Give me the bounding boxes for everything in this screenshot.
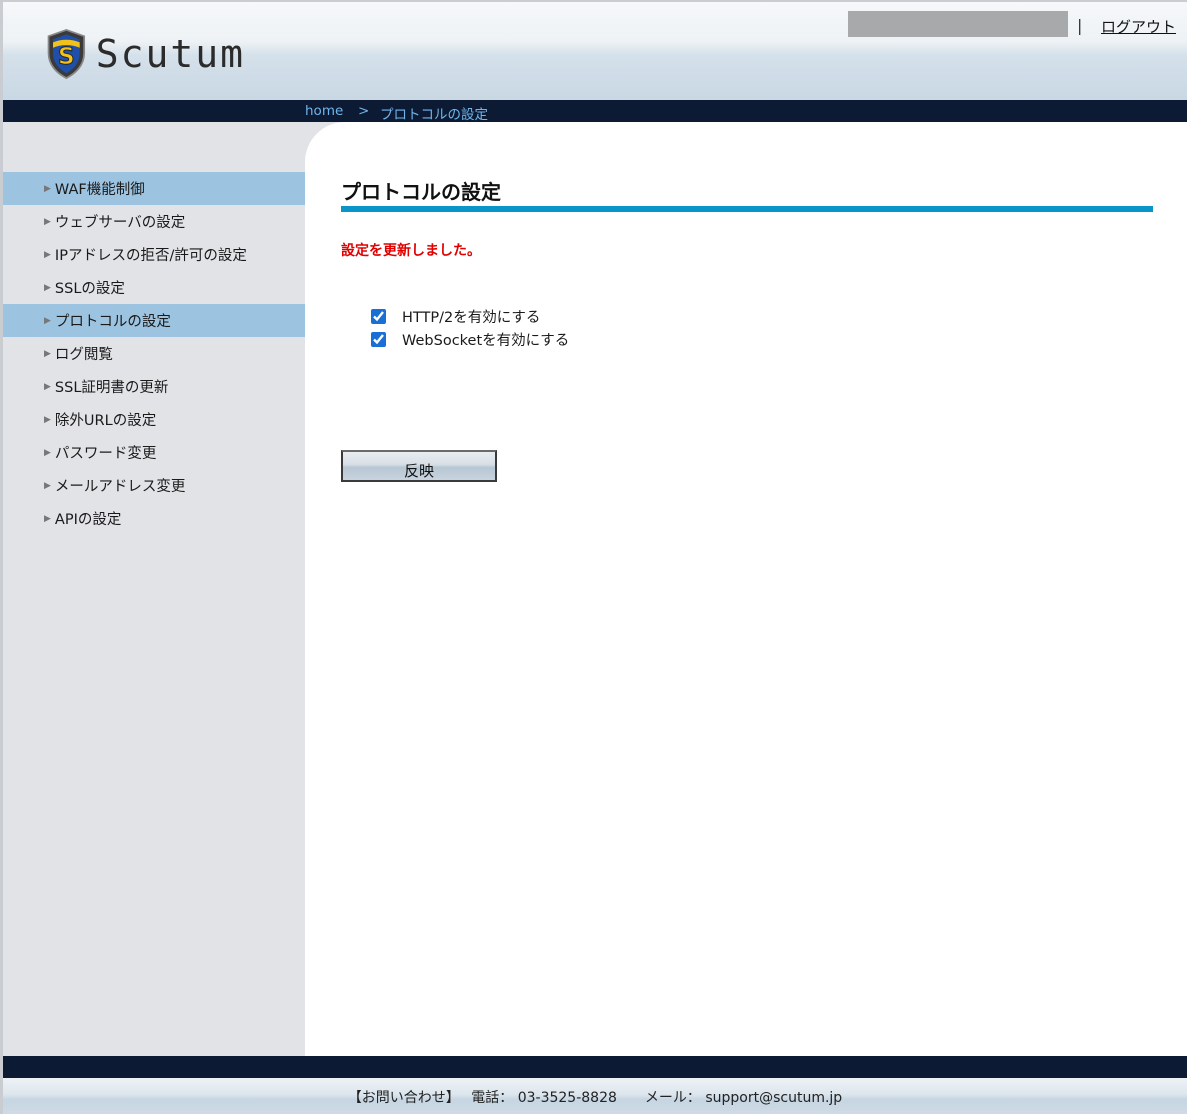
shield-icon: S (47, 29, 86, 80)
sidebar-item[interactable]: ▶ ログ閲覧 (3, 337, 305, 370)
triangle-right-icon: ▶ (44, 315, 51, 326)
sidebar-item-label: WAF機能制御 (54, 182, 145, 198)
sidebar-item-label: SSL証明書の更新 (54, 380, 169, 396)
triangle-right-icon: ▶ (44, 381, 51, 392)
sidebar-item-label: ログ閲覧 (54, 347, 113, 363)
title-rule (341, 206, 1153, 212)
logout-link[interactable]: ログアウト (1101, 16, 1176, 37)
status-message: 設定を更新しました。 (341, 243, 481, 259)
sidebar-item[interactable]: ▶ IPアドレスの拒否/許可の設定 (3, 238, 305, 271)
sidebar-item-label: プロトコルの設定 (54, 314, 171, 330)
sidebar-item[interactable]: ▶ メールアドレス変更 (3, 469, 305, 502)
option-websocket[interactable]: WebSocketを有効にする (371, 329, 569, 350)
footer-contact: 【お問い合わせ】 電話： 03-3525-8828 メール： support@s… (347, 1090, 843, 1106)
sidebar-item[interactable]: ▶ プロトコルの設定 (3, 304, 305, 337)
triangle-right-icon: ▶ (44, 414, 51, 425)
sidebar-item-label: 除外URLの設定 (54, 413, 157, 429)
sidebar-item[interactable]: ▶ ウェブサーバの設定 (3, 205, 305, 238)
triangle-right-icon: ▶ (44, 348, 51, 359)
apply-button[interactable]: 反映 (341, 450, 497, 482)
logo-text: Scutum (95, 32, 245, 76)
main-content: プロトコルの設定 設定を更新しました。 HTTP/2を有効にする WebSock… (305, 122, 1187, 1056)
footer: 【お問い合わせ】 電話： 03-3525-8828 メール： support@s… (3, 1078, 1187, 1114)
http2-label: HTTP/2を有効にする (402, 310, 541, 326)
sidebar-item[interactable]: ▶ WAF機能制御 (3, 172, 305, 205)
triangle-right-icon: ▶ (44, 513, 51, 524)
triangle-right-icon: ▶ (44, 480, 51, 491)
sidebar-item[interactable]: ▶ パスワード変更 (3, 436, 305, 469)
breadcrumb-current: プロトコルの設定 (380, 107, 488, 123)
http2-checkbox[interactable] (371, 309, 386, 324)
sidebar: ▶ WAF機能制御 ▶ ウェブサーバの設定 ▶ IPアドレスの拒否/許可の設定 ▶ SSLの設… (3, 122, 305, 1056)
websocket-label: WebSocketを有効にする (402, 333, 570, 349)
triangle-right-icon: ▶ (44, 282, 51, 293)
triangle-right-icon: ▶ (44, 447, 51, 458)
triangle-right-icon: ▶ (44, 183, 51, 194)
option-http2[interactable]: HTTP/2を有効にする (371, 306, 540, 327)
sidebar-item-label: メールアドレス変更 (54, 479, 186, 495)
sidebar-item-label: ウェブサーバの設定 (54, 215, 186, 231)
logo[interactable]: S Scutum (45, 24, 245, 84)
footer-strip (3, 1056, 1187, 1078)
page-title: プロトコルの設定 (341, 180, 501, 204)
breadcrumb: home > プロトコルの設定 (3, 100, 1187, 123)
sidebar-item[interactable]: ▶ APIの設定 (3, 502, 305, 535)
user-name-box (848, 11, 1068, 37)
sidebar-item[interactable]: ▶ SSLの設定 (3, 271, 305, 304)
sidebar-item-label: IPアドレスの拒否/許可の設定 (54, 248, 247, 264)
sidebar-item[interactable]: ▶ 除外URLの設定 (3, 403, 305, 436)
triangle-right-icon: ▶ (44, 216, 51, 227)
triangle-right-icon: ▶ (44, 249, 51, 260)
sidebar-item-label: SSLの設定 (54, 281, 125, 297)
sidebar-item-label: APIの設定 (54, 512, 122, 528)
breadcrumb-separator: > (358, 103, 370, 119)
header-separator: | (1077, 16, 1083, 35)
header: S Scutum | ログアウト (3, 2, 1187, 100)
breadcrumb-home-link[interactable]: home (305, 103, 343, 119)
sidebar-item[interactable]: ▶ SSL証明書の更新 (3, 370, 305, 403)
sidebar-item-label: パスワード変更 (54, 446, 157, 462)
svg-text:S: S (58, 44, 75, 70)
websocket-checkbox[interactable] (371, 332, 386, 347)
